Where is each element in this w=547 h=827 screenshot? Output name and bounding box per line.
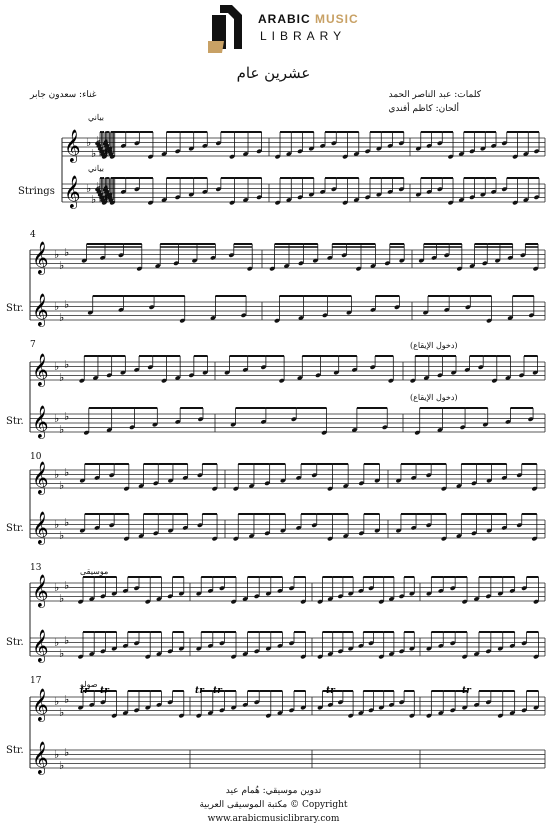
flat-icon: ♭ — [91, 147, 96, 160]
flat-icon: ♭ — [59, 259, 64, 272]
notation-credit: تدوين موسيقي: هُمام عيد — [225, 786, 322, 796]
trill-mark: tr — [326, 686, 336, 696]
treble-clef-icon: 𝄞 — [32, 688, 49, 722]
flat-icon: ♭ — [64, 693, 69, 706]
flat-icon: ♭ — [59, 647, 64, 660]
flat-icon: ♭ — [59, 311, 64, 324]
flat-icon: ♭ — [64, 410, 69, 423]
music-score: 𝄞♭♭♭44𝄞♭♭♭44𝄞♭♭♭𝄞♭♭♭𝄞♭♭♭𝄞♭♭♭𝄞♭♭♭𝄞♭♭♭𝄞♭♭♭… — [29, 129, 546, 775]
flat-icon: ♭ — [64, 466, 69, 479]
trill-mark: tr — [100, 686, 110, 696]
treble-clef-icon: 𝄞 — [32, 574, 49, 608]
flat-icon: ♭ — [59, 529, 64, 542]
flat-icon: ♭ — [64, 516, 69, 529]
trill-mark: tr — [462, 686, 472, 696]
treble-clef-icon: 𝄞 — [32, 461, 49, 495]
flat-icon: ♭ — [64, 634, 69, 647]
flat-icon: ♭ — [91, 193, 96, 206]
flat-icon: ♭ — [64, 746, 69, 759]
flat-icon: ♭ — [59, 706, 64, 719]
treble-clef-icon: 𝄞 — [32, 293, 49, 327]
flat-icon: ♭ — [64, 579, 69, 592]
flat-icon: ♭ — [64, 358, 69, 371]
trill-mark: tr — [195, 686, 205, 696]
flat-icon: ♭ — [59, 479, 64, 492]
treble-clef-icon: 𝄞 — [32, 241, 49, 275]
treble-clef-icon: 𝄞 — [32, 511, 49, 545]
treble-clef-icon: 𝄞 — [64, 175, 81, 209]
trill-mark: tr — [80, 686, 90, 696]
flat-icon: ♭ — [64, 246, 69, 259]
flat-icon: ♭ — [59, 371, 64, 384]
treble-clef-icon: 𝄞 — [32, 741, 49, 775]
copyright-text: مكتبة الموسيقى العربية © Copyright — [199, 800, 348, 810]
treble-clef-icon: 𝄞 — [32, 629, 49, 663]
flat-icon: ♭ — [64, 298, 69, 311]
website-link[interactable]: www.arabicmusiclibrary.com — [0, 814, 547, 824]
flat-icon: ♭ — [59, 423, 64, 436]
flat-icon: ♭ — [59, 592, 64, 605]
treble-clef-icon: 𝄞 — [32, 405, 49, 439]
treble-clef-icon: 𝄞 — [32, 353, 49, 387]
flat-icon: ♭ — [59, 759, 64, 772]
trill-mark: tr — [213, 686, 223, 696]
treble-clef-icon: 𝄞 — [64, 129, 81, 163]
